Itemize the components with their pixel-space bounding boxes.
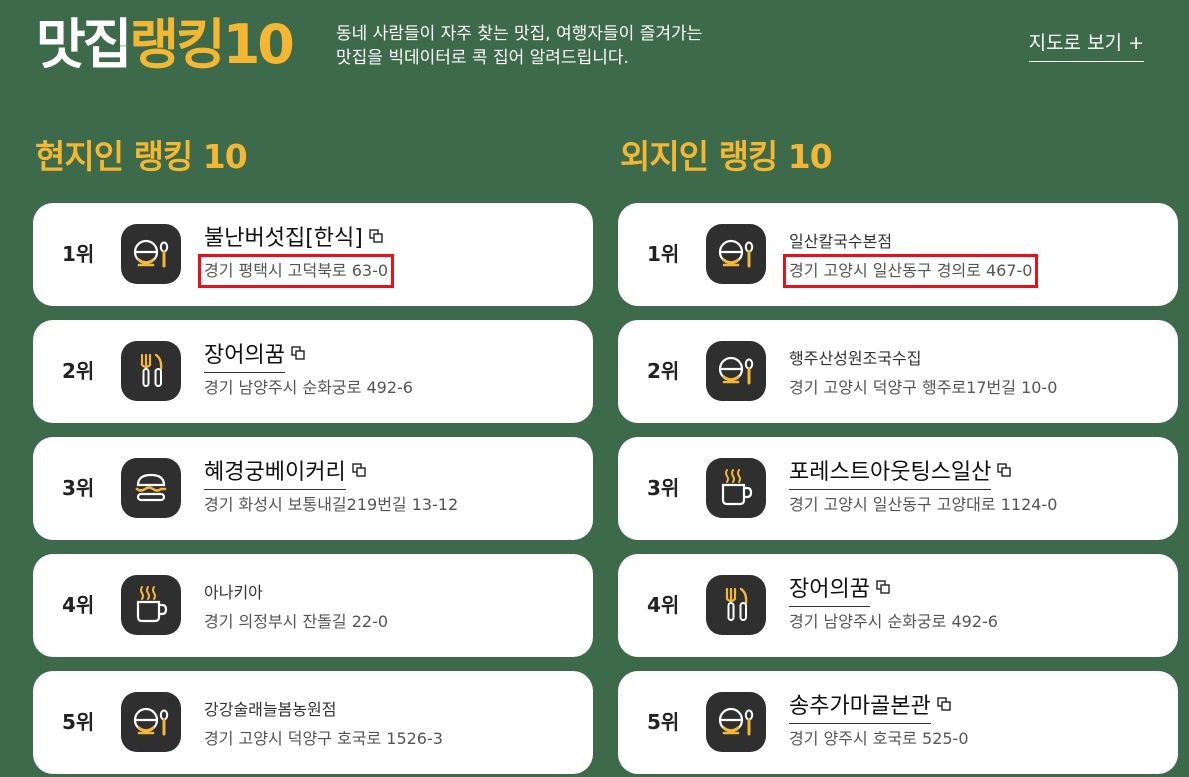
address: 경기 의정부시 잔돌길 22-0 [204,612,389,631]
copy-icon[interactable] [351,462,366,477]
copy-icon[interactable] [936,696,951,711]
burger-icon [121,458,181,518]
rank-label: 3위 [62,476,95,500]
restaurant-info: 장어의꿈경기 남양주시 순화궁로 492-6 [789,554,1166,657]
visitor-ranking-title: 외지인 랭킹 10 [620,137,833,176]
restaurant-info: 혜경궁베이커리경기 화성시 보통내길219번길 13-12 [204,437,581,540]
visitor-rank-card[interactable]: 2위 행주산성원조국수집경기 고양시 덕양구 행주로17번길 10-0 [618,320,1178,423]
rank-label: 5위 [62,710,95,734]
address: 경기 고양시 덕양구 호국로 1526-3 [204,729,443,748]
rank-label: 2위 [647,359,680,383]
coffee-icon [706,458,766,518]
address-highlighted: 경기 평택시 고덕북로 63-0 [197,254,395,288]
brand-title-white: 맛집 [36,13,132,76]
restaurant-info: 포레스트아웃팅스일산경기 고양시 일산동구 고양대로 1124-0 [789,437,1166,540]
address: 경기 남양주시 순화궁로 492-6 [204,378,413,397]
visitor-rank-card[interactable]: 3위 포레스트아웃팅스일산경기 고양시 일산동구 고양대로 1124-0 [618,437,1178,540]
bowl-icon [706,692,766,752]
restaurant-name-link[interactable]: 불난버섯집[한식] [204,225,363,256]
local-ranking-title: 현지인 랭킹 10 [35,137,248,176]
restaurant-name-row: 장어의꿈 [789,576,890,610]
restaurant-name-row: 행주산성원조국수집 [789,342,921,376]
restaurant-name-row: 포레스트아웃팅스일산 [789,459,1012,493]
header-description-line2: 맛집을 빅데이터로 콕 집어 알려드립니다. [336,48,629,68]
visitor-ranking-section: 외지인 랭킹 10 1위 일산칼국수본점경기 고양시 일산동구 경의로 467-0… [618,134,1178,777]
rank-label: 5위 [647,710,680,734]
restaurant-name-row: 송추가마골본관 [789,693,951,727]
restaurant-name-link[interactable]: 장어의꿈 [204,342,285,373]
copy-icon[interactable] [997,462,1012,477]
local-rank-card[interactable]: 2위 장어의꿈경기 남양주시 순화궁로 492-6 [33,320,593,423]
restaurant-name-row: 장어의꿈 [204,342,305,376]
bowl-icon [706,224,766,284]
fork-knife-icon [706,575,766,635]
restaurant-name-link[interactable]: 포레스트아웃팅스일산 [789,459,992,490]
visitor-ranking-list: 1위 일산칼국수본점경기 고양시 일산동구 경의로 467-0 2위 행주산성원조국수… [618,203,1178,774]
restaurant-info: 송추가마골본관경기 양주시 호국로 525-0 [789,671,1166,774]
fork-knife-icon [121,341,181,401]
view-map-link[interactable]: 지도로 보기 + [1028,28,1144,62]
restaurant-name: 아나키아 [204,583,263,602]
address-highlighted: 경기 고양시 일산동구 경의로 467-0 [782,254,1039,288]
local-rank-card[interactable]: 1위 불난버섯집[한식] 경기 평택시 고덕북로 63-0 [33,203,593,306]
bowl-icon [706,341,766,401]
local-ranking-list: 1위 불난버섯집[한식] 경기 평택시 고덕북로 63-0 2위 장어의꿈경기 남양주시… [33,203,593,774]
rank-label: 4위 [647,593,680,617]
local-ranking-section: 현지인 랭킹 10 1위 불난버섯집[한식] 경기 평택시 고덕북로 63-0 2위 장… [33,134,593,777]
visitor-rank-card[interactable]: 5위 송추가마골본관경기 양주시 호국로 525-0 [618,671,1178,774]
restaurant-info: 불난버섯집[한식] 경기 평택시 고덕북로 63-0 [197,203,581,306]
restaurant-info: 행주산성원조국수집경기 고양시 덕양구 행주로17번길 10-0 [789,320,1166,423]
local-rank-card[interactable]: 5위 강강술래늘봄농원점경기 고양시 덕양구 호국로 1526-3 [33,671,593,774]
restaurant-info: 아나키아경기 의정부시 잔돌길 22-0 [204,554,581,657]
restaurant-name: 행주산성원조국수집 [789,349,922,368]
restaurant-name-link[interactable]: 장어의꿈 [789,576,870,607]
restaurant-name-row: 불난버섯집[한식] [204,225,383,259]
local-rank-card[interactable]: 4위 아나키아경기 의정부시 잔돌길 22-0 [33,554,593,657]
restaurant-name-link[interactable]: 혜경궁베이커리 [204,459,346,490]
rank-label: 2위 [62,359,95,383]
bowl-icon [121,692,181,752]
rank-label: 1위 [647,242,680,266]
restaurant-name-row: 일산칼국수본점 [789,225,892,259]
restaurant-name-row: 아나키아 [204,576,263,610]
address: 경기 고양시 덕양구 행주로17번길 10-0 [789,378,1058,397]
rank-label: 4위 [62,593,95,617]
restaurant-name-row: 혜경궁베이커리 [204,459,366,493]
visitor-rank-card[interactable]: 1위 일산칼국수본점경기 고양시 일산동구 경의로 467-0 [618,203,1178,306]
header-description-line1: 동네 사람들이 자주 찾는 맛집, 여행자들이 즐겨가는 [336,24,703,44]
restaurant-info: 강강술래늘봄농원점경기 고양시 덕양구 호국로 1526-3 [204,671,581,774]
address: 경기 남양주시 순화궁로 492-6 [789,612,998,631]
copy-icon[interactable] [876,579,890,594]
address: 경기 화성시 보통내길219번길 13-12 [204,495,459,514]
local-rank-card[interactable]: 3위 혜경궁베이커리경기 화성시 보통내길219번길 13-12 [33,437,593,540]
header-description: 동네 사람들이 자주 찾는 맛집, 여행자들이 즐겨가는 맛집을 빅데이터로 콕… [336,22,756,70]
copy-icon[interactable] [369,228,383,243]
address: 경기 양주시 호국로 525-0 [789,729,969,748]
restaurant-name-link[interactable]: 송추가마골본관 [789,693,931,724]
address: 경기 고양시 일산동구 고양대로 1124-0 [789,495,1058,514]
copy-icon[interactable] [291,345,305,360]
restaurant-name: 일산칼국수본점 [789,232,893,251]
rank-label: 1위 [62,242,95,266]
brand-title: 맛집랭킹10 [36,10,295,80]
brand-title-yellow: 랭킹10 [129,13,295,76]
rank-label: 3위 [647,476,680,500]
restaurant-name: 강강술래늘봄농원점 [204,700,337,719]
coffee-icon [121,575,181,635]
visitor-rank-card[interactable]: 4위 장어의꿈경기 남양주시 순화궁로 492-6 [618,554,1178,657]
page-header: 맛집랭킹10 동네 사람들이 자주 찾는 맛집, 여행자들이 즐겨가는 맛집을 … [36,10,1146,80]
bowl-icon [121,224,181,284]
restaurant-info: 장어의꿈경기 남양주시 순화궁로 492-6 [204,320,581,423]
restaurant-name-row: 강강술래늘봄농원점 [204,693,336,727]
restaurant-info: 일산칼국수본점경기 고양시 일산동구 경의로 467-0 [782,203,1166,306]
